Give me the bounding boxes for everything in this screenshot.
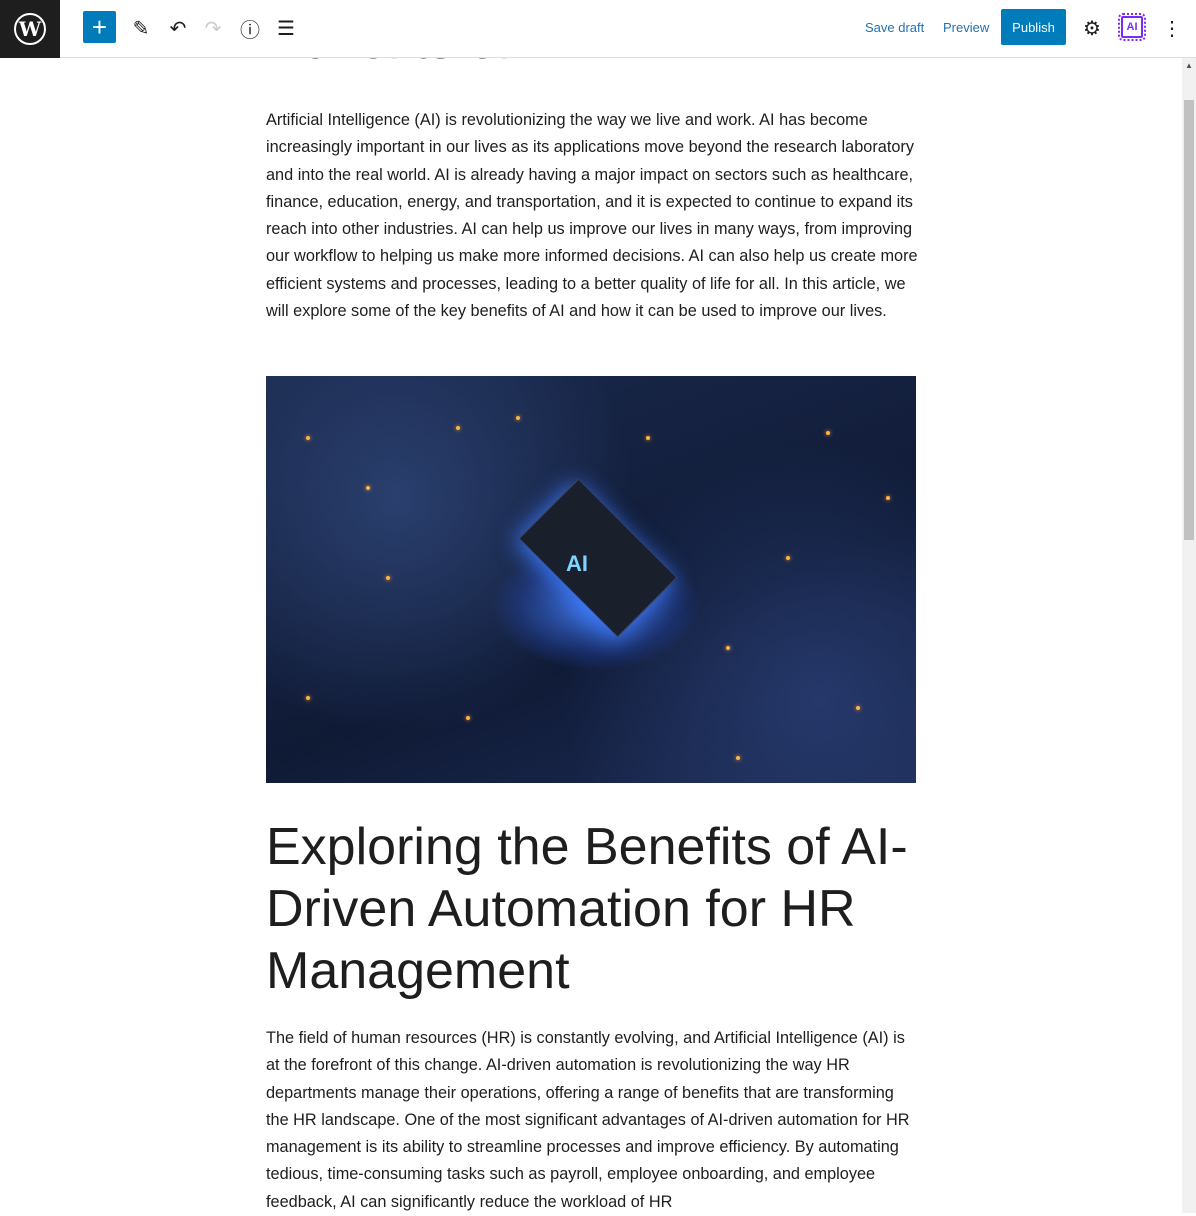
intro-paragraph[interactable]: Artificial Intelligence (AI) is revoluti… — [266, 107, 918, 325]
ai-chip-icon[interactable]: AI — [1118, 13, 1146, 41]
wordpress-logo-icon: W — [14, 13, 46, 45]
preview-button[interactable]: Preview — [943, 20, 989, 35]
undo-icon[interactable]: ↶ — [161, 11, 195, 45]
chip-graphic — [518, 478, 678, 638]
pencil-icon[interactable]: ✎ — [124, 11, 158, 45]
add-block-button[interactable]: + — [83, 11, 116, 43]
save-draft-button[interactable]: Save draft — [865, 20, 924, 35]
scroll-up-icon[interactable]: ▲ — [1185, 61, 1193, 70]
redo-icon[interactable]: ↷ — [196, 11, 230, 45]
section-heading[interactable]: Exploring the Benefits of AI-Driven Auto… — [266, 816, 926, 1002]
chip-label: AI — [566, 551, 588, 576]
info-icon[interactable]: ⓘ — [233, 11, 267, 45]
gear-icon[interactable]: ⚙ — [1075, 11, 1109, 45]
section-paragraph[interactable]: The field of human resources (HR) is con… — [266, 1025, 918, 1216]
more-vertical-icon[interactable]: ⋮ — [1155, 11, 1189, 45]
list-view-icon[interactable]: ☰ — [269, 11, 303, 45]
ai-chip-image[interactable]: AI — [266, 376, 916, 783]
scrollbar-thumb[interactable] — [1184, 100, 1194, 540]
wordpress-logo-button[interactable]: W — [0, 0, 60, 58]
scrollbar[interactable]: ▲ — [1182, 58, 1196, 1213]
publish-button[interactable]: Publish — [1001, 9, 1066, 45]
editor-header: W + ✎ ↶ ↷ ⓘ ☰ Save draft Preview Publish… — [0, 0, 1196, 58]
